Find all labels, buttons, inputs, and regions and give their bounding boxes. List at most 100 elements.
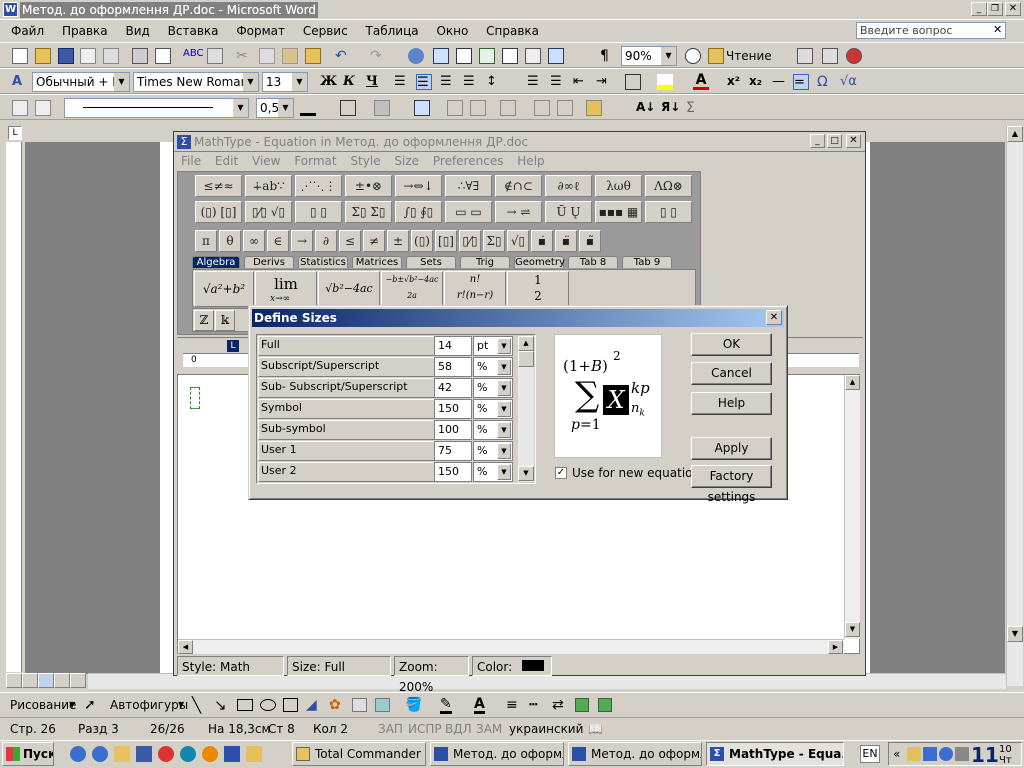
palette-btn-r1-9[interactable]: ΛΩ⊗	[645, 175, 692, 197]
insert-table-icon[interactable]	[456, 48, 472, 64]
palette-btn-r3-2[interactable]: ∞	[243, 230, 265, 252]
template-z[interactable]: ℤ	[194, 310, 214, 331]
help-icon[interactable]	[685, 48, 701, 64]
size-row-unit-select[interactable]: % ▼	[473, 378, 513, 398]
reading-view-icon[interactable]	[70, 673, 86, 688]
format-painter-icon[interactable]	[305, 48, 321, 64]
web-view-icon[interactable]	[22, 673, 38, 688]
columns-icon[interactable]	[502, 48, 518, 64]
scroll-down-icon[interactable]: ▼	[1007, 626, 1023, 642]
rectangle-tool-icon[interactable]	[237, 699, 253, 711]
menu-window[interactable]: Окно	[429, 21, 475, 41]
picture-tool-icon[interactable]	[375, 698, 390, 712]
print-icon[interactable]	[132, 48, 148, 64]
fill-color-icon[interactable]: 🪣	[405, 697, 422, 713]
tab-derivs[interactable]: Derivs	[244, 256, 294, 268]
autosum-icon[interactable]: Σ	[686, 100, 702, 116]
size-row-unit-select[interactable]: % ▼	[473, 399, 513, 419]
drawing-icon[interactable]	[525, 48, 541, 64]
menu-insert[interactable]: Вставка	[161, 21, 226, 41]
palette-btn-r3-3[interactable]: ∈	[267, 230, 289, 252]
tables-borders-icon[interactable]	[433, 48, 449, 64]
palette-btn-r3-13[interactable]: √▯	[507, 230, 529, 252]
menu-format[interactable]: Формат	[229, 21, 292, 41]
autoformat-icon[interactable]	[586, 100, 602, 116]
cut-icon[interactable]: ✂	[236, 48, 252, 64]
task-mathtype[interactable]: Σ MathType - Equa...	[706, 742, 844, 766]
template-quadratic[interactable]: −b±√b²−4ac 2a	[381, 271, 443, 307]
palette-btn-r3-0[interactable]: π	[195, 230, 217, 252]
palette-btn-r1-2[interactable]: ⋰⋱⋮	[295, 175, 342, 197]
increase-indent-icon[interactable]: ⇥	[596, 74, 612, 90]
menu-tools[interactable]: Сервис	[296, 21, 355, 41]
tray-expand-icon[interactable]: «	[893, 747, 900, 761]
normal-view-icon[interactable]	[6, 673, 22, 688]
tab-9[interactable]: Tab 9	[622, 256, 672, 268]
media-icon[interactable]	[158, 746, 174, 762]
use-for-new-checkbox[interactable]: ✓	[555, 467, 567, 479]
mt-menu-preferences[interactable]: Preferences	[428, 152, 509, 170]
status-ovr[interactable]: ЗАМ	[476, 719, 502, 739]
font-color-icon[interactable]: A	[693, 73, 709, 90]
edit-icon[interactable]	[12, 100, 28, 116]
palette-btn-r2-0[interactable]: (▯) [▯]	[195, 201, 242, 223]
line-style-combo[interactable]: ▼	[64, 98, 249, 118]
palette-btn-r2-3[interactable]: Σ▯ Σ▯	[345, 201, 392, 223]
folder-icon[interactable]	[114, 746, 130, 762]
mathtype-maximize-icon[interactable]: □	[827, 134, 842, 148]
dialog-close-icon[interactable]: ✕	[766, 310, 782, 325]
mt-menu-help[interactable]: Help	[512, 152, 549, 170]
mt-menu-view[interactable]: View	[247, 152, 285, 170]
bullets-icon[interactable]: ☰	[550, 74, 566, 90]
palette-btn-r3-16[interactable]: ▪̃	[579, 230, 601, 252]
tab-8[interactable]: Tab 8	[568, 256, 618, 268]
undo-icon[interactable]: ↶	[335, 48, 351, 64]
select-objects-icon[interactable]: ➚	[84, 697, 96, 713]
justify-icon[interactable]: ☰	[463, 74, 479, 90]
tab-statistics[interactable]: Statistics	[298, 256, 348, 268]
mt-vscroll[interactable]: ▲ ▼	[844, 375, 860, 639]
font-combo[interactable]: Times New Roman ▼	[133, 72, 259, 92]
size-row-unit-select[interactable]: % ▼	[473, 420, 513, 440]
size-row-value-input[interactable]: 75	[434, 441, 472, 461]
document-map-icon[interactable]	[548, 48, 564, 64]
ok-button[interactable]: OK	[691, 333, 772, 356]
permission-icon[interactable]	[80, 48, 96, 64]
outside-border-icon[interactable]	[340, 100, 356, 116]
help-question-input[interactable]: Введите вопрос	[856, 22, 1006, 39]
mathtype-close-icon[interactable]: ✕	[846, 134, 861, 148]
template-discriminant[interactable]: √b²−4ac	[318, 271, 380, 307]
palette-btn-r2-4[interactable]: ∫▯ ∮▯	[395, 201, 442, 223]
apply-button[interactable]: Apply	[691, 437, 772, 460]
palette-btn-r3-10[interactable]: [▯]	[435, 230, 457, 252]
menu-edit[interactable]: Правка	[55, 21, 115, 41]
palette-btn-r3-4[interactable]: →	[291, 230, 313, 252]
template-half[interactable]: 12	[507, 271, 569, 307]
copy-icon[interactable]	[259, 48, 275, 64]
shading-icon[interactable]	[374, 100, 390, 116]
mt-scroll-up-icon[interactable]: ▲	[845, 375, 860, 390]
align-left-icon[interactable]: ☰	[394, 74, 410, 90]
sqrt-icon[interactable]: √α	[840, 74, 857, 90]
styles-icon[interactable]: A	[12, 74, 28, 90]
align-center-icon[interactable]: ☰	[416, 74, 432, 90]
insert-excel-icon[interactable]	[479, 48, 495, 64]
palette-btn-r1-1[interactable]: ∔ab∵	[245, 175, 292, 197]
outline-view-icon[interactable]	[54, 673, 70, 688]
mt-menu-file[interactable]: File	[176, 152, 206, 170]
palette-btn-r2-2[interactable]: ▯ ▯	[295, 201, 342, 223]
distribute-cols-icon[interactable]	[557, 100, 573, 116]
mt-scroll-down-icon[interactable]: ▼	[845, 622, 860, 637]
mt-menu-edit[interactable]: Edit	[210, 152, 243, 170]
mt-menu-format[interactable]: Format	[289, 152, 341, 170]
size-row-unit-select[interactable]: % ▼	[473, 441, 513, 461]
palette-btn-r3-9[interactable]: (▯)	[411, 230, 433, 252]
dash-style-icon[interactable]: ┅	[529, 697, 537, 713]
palette-btn-r3-11[interactable]: ▯⁄▯	[459, 230, 481, 252]
research-icon[interactable]	[207, 48, 223, 64]
status-ext[interactable]: ВДЛ	[445, 719, 472, 739]
3d-icon[interactable]	[598, 698, 612, 712]
highlight-icon[interactable]	[657, 74, 673, 90]
mt-ruler-tabs[interactable]: L	[227, 340, 239, 352]
align-right-icon[interactable]: ☰	[440, 74, 456, 90]
